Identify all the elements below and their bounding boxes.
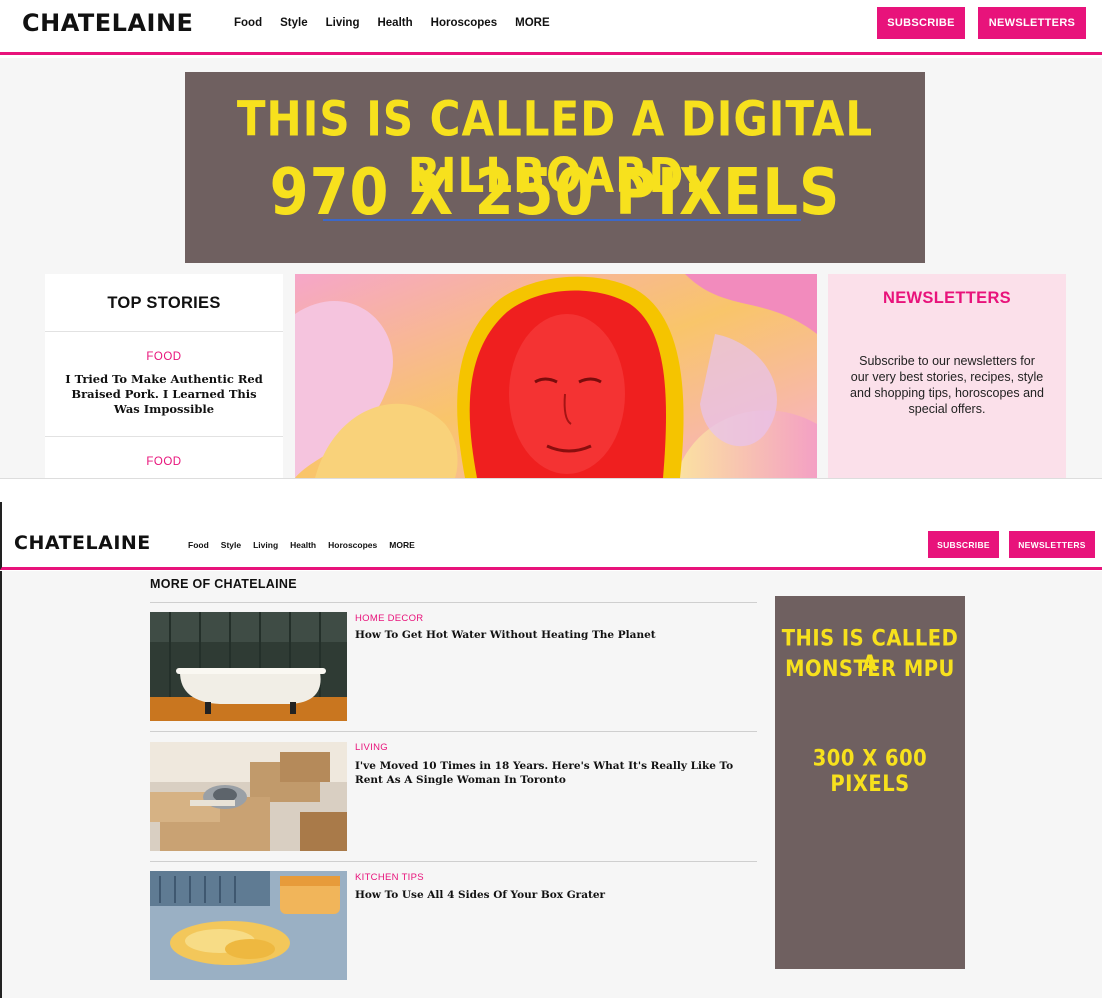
article-category[interactable]: LIVING <box>355 742 388 753</box>
article-headline[interactable]: How To Get Hot Water Without Heating The… <box>355 628 750 642</box>
subscribe-button[interactable]: SUBSCRIBE <box>928 531 999 558</box>
nav-style[interactable]: Style <box>280 17 308 29</box>
newsletters-title[interactable]: NEWSLETTERS <box>828 289 1066 308</box>
screenshot-separator <box>0 478 1102 502</box>
monster-mpu-ad[interactable]: THIS IS CALLED A MONSTER MPU 300 X 600 P… <box>775 596 965 969</box>
digital-billboard-ad[interactable]: THIS IS CALLED A DIGITAL BILLBOARD: 970 … <box>185 72 925 263</box>
homepage-section: THIS IS CALLED A DIGITAL BILLBOARD: 970 … <box>0 58 1102 478</box>
nav-living[interactable]: Living <box>253 540 278 550</box>
nav-horoscopes[interactable]: Horoscopes <box>328 540 377 550</box>
newsletters-description: Subscribe to our newsletters for our ver… <box>850 354 1044 416</box>
main-nav: Food Style Living Health Horoscopes MORE <box>234 17 568 29</box>
divider <box>150 861 757 862</box>
story-category[interactable]: FOOD <box>45 456 283 468</box>
mpu-line-3: 300 X 600 PIXELS <box>812 745 928 797</box>
nav-living[interactable]: Living <box>326 17 360 29</box>
top-stories-title: TOP STORIES <box>107 294 221 312</box>
article-thumbnail-cheese[interactable] <box>150 871 347 980</box>
billboard-underline <box>323 219 801 221</box>
site-logo[interactable]: CHATELAINE <box>14 532 151 554</box>
more-of-chatelaine-title: MORE OF CHATELAINE <box>150 577 297 591</box>
newsletters-panel: NEWSLETTERS Subscribe to our newsletters… <box>828 274 1066 478</box>
article-thumbnail-bathtub[interactable] <box>150 612 347 721</box>
newsletters-button[interactable]: NEWSLETTERS <box>1009 531 1095 558</box>
divider <box>150 602 757 603</box>
divider <box>45 331 283 332</box>
nav-food[interactable]: Food <box>234 17 262 29</box>
site-header: CHATELAINE Food Style Living Health Horo… <box>0 502 1102 570</box>
mpu-line-2: MONSTER MPU <box>785 655 955 682</box>
nav-more[interactable]: MORE <box>389 540 415 550</box>
divider <box>45 436 283 437</box>
nav-style[interactable]: Style <box>221 540 241 550</box>
article-category[interactable]: HOME DECOR <box>355 613 423 624</box>
hero-portrait-illustration <box>295 274 817 478</box>
hero-image[interactable] <box>295 274 817 478</box>
nav-more[interactable]: MORE <box>515 17 550 29</box>
divider <box>150 731 757 732</box>
top-stories-panel: TOP STORIES FOOD I Tried To Make Authent… <box>45 274 283 478</box>
article-section: MORE OF CHATELAINE HOME DECOR How To Get… <box>0 571 1102 998</box>
main-nav: Food Style Living Health Horoscopes MORE <box>188 540 427 550</box>
story-category[interactable]: FOOD <box>45 351 283 363</box>
story-headline[interactable]: I Tried To Make Authentic Red Braised Po… <box>63 372 265 417</box>
nav-health[interactable]: Health <box>377 17 412 29</box>
site-header: CHATELAINE Food Style Living Health Horo… <box>0 0 1102 55</box>
article-headline[interactable]: How To Use All 4 Sides Of Your Box Grate… <box>355 888 750 902</box>
article-category[interactable]: KITCHEN TIPS <box>355 872 424 883</box>
nav-food[interactable]: Food <box>188 540 209 550</box>
subscribe-button[interactable]: SUBSCRIBE <box>877 7 965 39</box>
nav-horoscopes[interactable]: Horoscopes <box>431 17 497 29</box>
article-headline[interactable]: I've Moved 10 Times in 18 Years. Here's … <box>355 759 750 787</box>
site-logo[interactable]: CHATELAINE <box>22 9 193 37</box>
article-thumbnail-boxes[interactable] <box>150 742 347 851</box>
newsletters-button[interactable]: NEWSLETTERS <box>978 7 1086 39</box>
nav-health[interactable]: Health <box>290 540 316 550</box>
